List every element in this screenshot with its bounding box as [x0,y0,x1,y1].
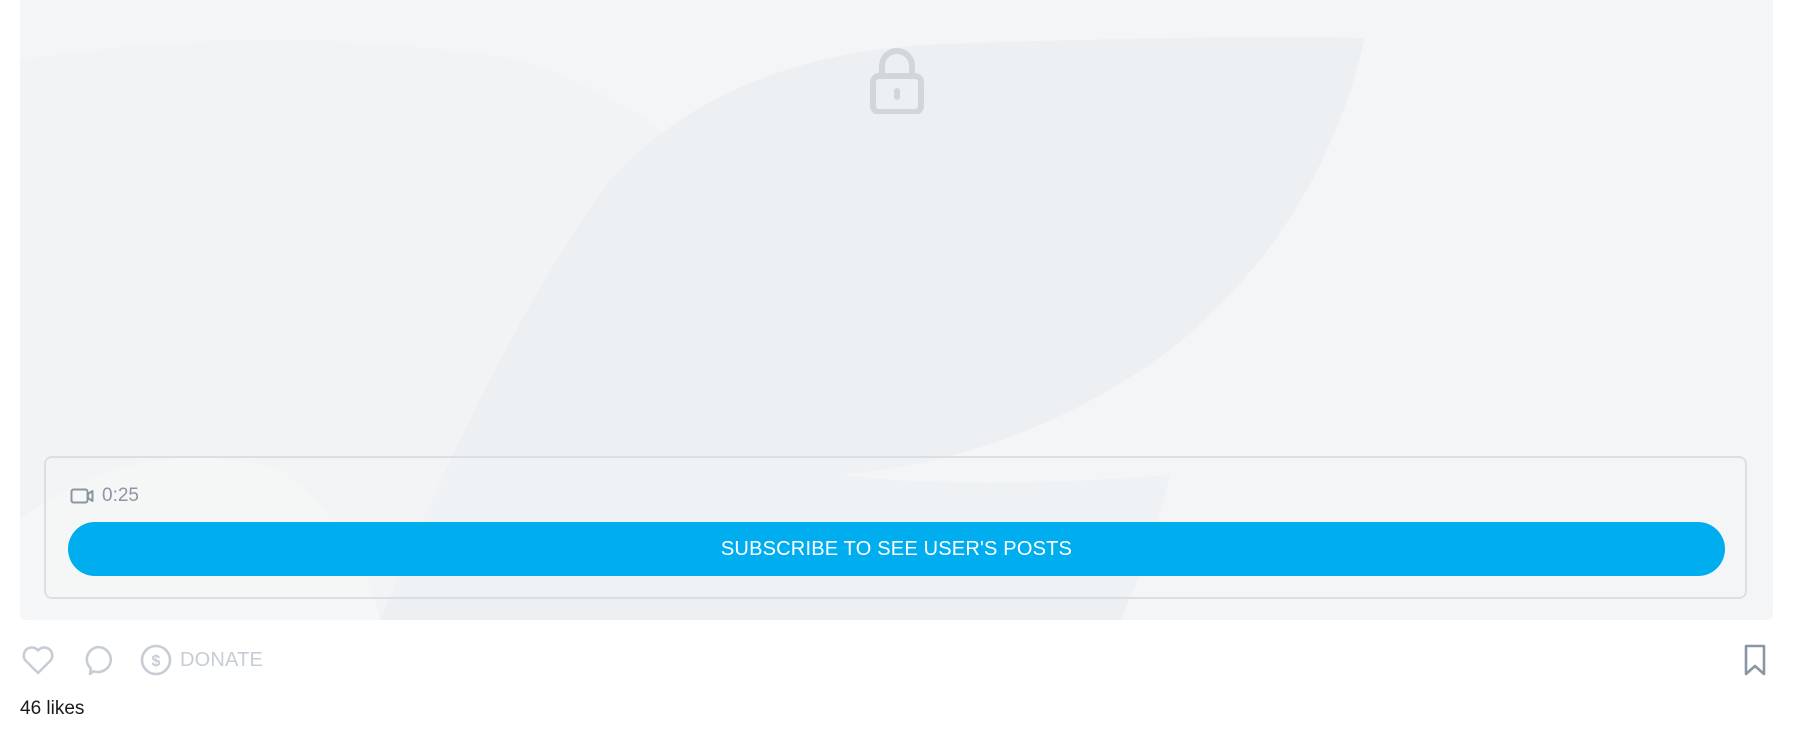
duration-text: 0:25 [102,485,139,506]
likes-count: 46 [20,698,42,719]
bookmark-icon [1744,644,1766,676]
post-actions: $ DONATE [20,640,1773,680]
donate-label: DONATE [180,648,264,671]
post-card: 0:25 SUBSCRIBE TO SEE USER'S POSTS $ DON… [0,0,1794,730]
video-camera-icon [70,488,94,504]
dollar-circle-icon: $ [140,644,172,676]
like-button[interactable] [20,640,56,680]
locked-info-panel: 0:25 SUBSCRIBE TO SEE USER'S POSTS [44,456,1747,599]
donate-button[interactable]: $ DONATE [138,640,263,680]
likes-label: likes [46,698,85,719]
heart-icon [22,646,54,675]
subscribe-button[interactable]: SUBSCRIBE TO SEE USER'S POSTS [68,522,1725,576]
locked-media: 0:25 SUBSCRIBE TO SEE USER'S POSTS [20,0,1773,620]
comment-button[interactable] [80,640,116,680]
likes-summary: 46 likes [20,698,84,720]
lock-icon [870,48,924,114]
svg-text:$: $ [152,653,161,670]
comment-icon [85,645,113,676]
bookmark-button[interactable] [1737,640,1773,680]
video-duration: 0:25 [70,484,139,508]
